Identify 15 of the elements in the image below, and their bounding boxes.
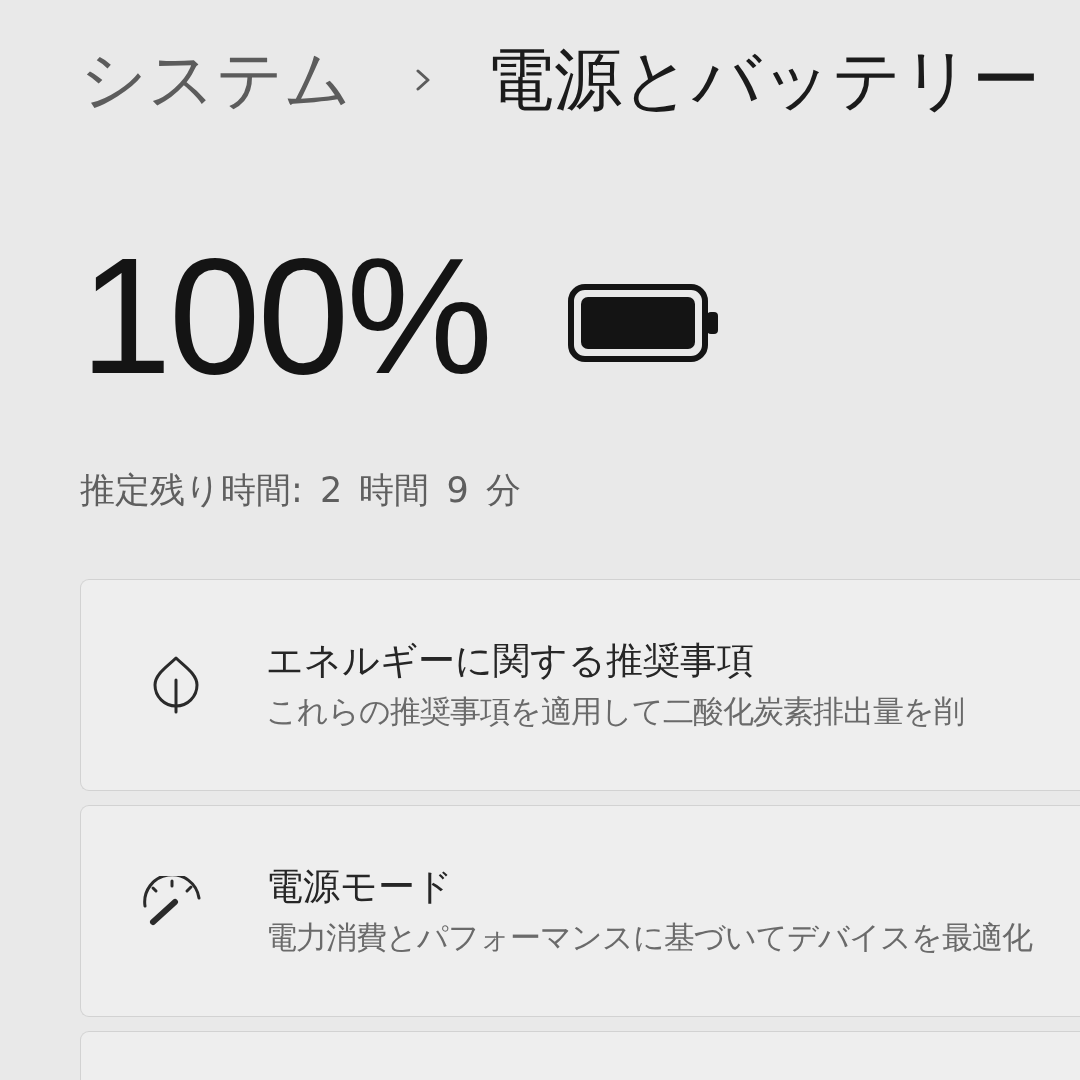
battery-percentage: 100% (80, 234, 490, 399)
chevron-icon (416, 69, 430, 91)
breadcrumb-link[interactable]: システム (80, 40, 352, 120)
settings-card[interactable] (80, 1031, 1080, 1080)
settings-card[interactable]: 電源モード 電力消費とパフォーマンスに基づいてデバイスを最適化 (80, 805, 1080, 1017)
page-title: 電源とバッテリー (486, 40, 1040, 120)
remaining-time-text: 推定残り時間: 2 時間 9 分 (80, 469, 521, 511)
card-title: 電源モード (266, 865, 454, 909)
card-title: エネルギーに関する推奨事項 (266, 639, 755, 683)
gauge-icon (141, 876, 203, 926)
settings-card[interactable]: エネルギーに関する推奨事項 これらの推奨事項を適用して二酸化炭素排出量を削 (80, 579, 1080, 791)
leaf-icon (153, 656, 199, 714)
card-description: これらの推奨事項を適用して二酸化炭素排出量を削 (266, 692, 964, 731)
battery-icon (568, 283, 718, 362)
card-description: 電力消費とパフォーマンスに基づいてデバイスを最適化 (266, 918, 1032, 957)
